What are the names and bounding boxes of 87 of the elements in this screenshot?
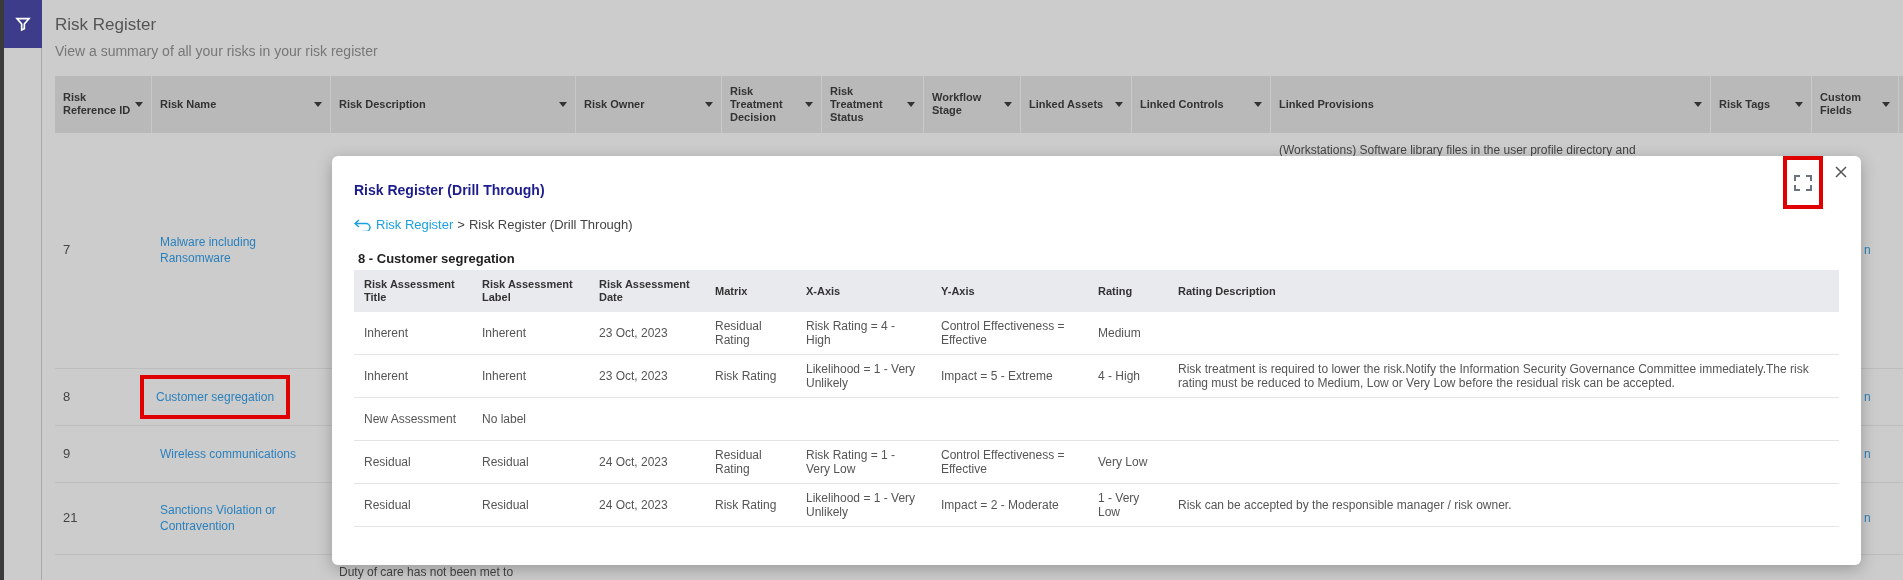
column-header: Risk Assessment Label <box>482 278 574 304</box>
column-header: Risk Assessment Title <box>364 278 456 304</box>
table-cell: Risk Rating <box>715 498 777 512</box>
table-cell-text: n <box>1864 242 1871 259</box>
caret-icon[interactable] <box>705 101 713 107</box>
column-header[interactable]: Risk Tags <box>1719 97 1791 111</box>
filter-icon <box>15 16 31 32</box>
caret-icon[interactable] <box>559 101 567 107</box>
close-button[interactable] <box>1833 164 1849 180</box>
table-cell-text: Control Effectiveness = Effective <box>941 319 1066 347</box>
close-icon <box>1835 166 1847 178</box>
table-cell-text: 8 <box>63 387 71 406</box>
column-header[interactable]: Risk Reference ID <box>63 91 131 117</box>
table-cell: (Workstations) Software library files in the user profile directory and <box>1279 142 1636 157</box>
caret-icon[interactable] <box>1694 101 1702 107</box>
breadcrumb-current: Risk Register (Drill Through) <box>468 216 633 234</box>
table-cell: Duty of care has not been met to <box>339 565 514 579</box>
back-arrow-icon[interactable] <box>354 218 372 231</box>
column-header[interactable]: Linked Provisions <box>1279 97 1690 111</box>
column-header[interactable]: Risk Name <box>160 97 310 111</box>
dialog-title: Risk Register (Drill Through) <box>354 181 545 200</box>
table-cell-text: Likelihood = 1 - Very Unlikely <box>806 491 917 519</box>
caret-icon[interactable] <box>1795 101 1803 107</box>
table-cell-text: Risk Rating = 1 - Very Low <box>806 448 897 476</box>
column-header[interactable]: Custom Fields <box>1820 91 1878 117</box>
table-cell-text: 21 <box>63 509 78 528</box>
column-header[interactable]: Linked Assets <box>1029 97 1111 111</box>
table-cell: Inherent <box>482 326 527 340</box>
column-header[interactable]: Risk Owner <box>584 97 701 111</box>
column-header[interactable]: Risk Description <box>339 97 555 111</box>
table-cell-text: Residual Rating <box>715 319 763 347</box>
caret-icon[interactable] <box>805 101 813 107</box>
caret-icon[interactable] <box>1004 101 1012 107</box>
table-cell: Impact = 5 - Extreme <box>941 369 1053 383</box>
table-cell: 24 Oct, 2023 <box>599 455 668 469</box>
table-cell-text: Likelihood = 1 - Very Unlikely <box>806 362 917 390</box>
expand-button[interactable] <box>1783 156 1823 209</box>
record-heading: 8 - Customer segregation <box>358 249 516 268</box>
page-subtitle: View a summary of all your risks in your risk register <box>55 41 379 61</box>
column-header[interactable]: Linked Controls <box>1140 97 1250 111</box>
column-header: X-Axis <box>806 284 841 298</box>
table-cell: 23 Oct, 2023 <box>599 326 668 340</box>
table-cell: 24 Oct, 2023 <box>599 498 668 512</box>
table-cell: 4 - High <box>1098 369 1141 383</box>
table-cell-text: n <box>1864 388 1871 406</box>
column-header[interactable]: Workflow Stage <box>932 91 1000 117</box>
table-cell: Residual <box>482 455 529 469</box>
caret-icon[interactable] <box>1115 101 1123 107</box>
caret-icon[interactable] <box>1882 101 1890 107</box>
table-cell: Residual <box>482 498 529 512</box>
caret-icon[interactable] <box>135 101 143 107</box>
table-cell: Medium <box>1098 326 1141 340</box>
table-cell-text: 1 - Very Low <box>1098 491 1141 519</box>
page-title: Risk Register <box>55 14 158 36</box>
filter-button[interactable] <box>4 0 42 48</box>
table-cell: Inherent <box>364 369 409 383</box>
caret-icon[interactable] <box>1254 101 1262 107</box>
table-cell-text: Residual Rating <box>715 448 763 476</box>
column-header: Y-Axis <box>941 284 975 298</box>
table-cell: Risk can be accepted by the responsible manager / risk owner. <box>1178 498 1512 512</box>
table-cell-text: n <box>1864 445 1871 463</box>
table-cell: New Assessment <box>364 412 457 426</box>
table-cell: Residual <box>364 455 411 469</box>
table-cell: Impact = 2 - Moderate <box>941 498 1059 512</box>
table-cell: Risk Rating <box>715 369 777 383</box>
table-cell-text: 7 <box>63 241 71 260</box>
caret-icon[interactable] <box>907 101 915 107</box>
table-cell-text: Control Effectiveness = Effective <box>941 448 1066 476</box>
caret-icon[interactable] <box>314 101 322 107</box>
table-cell-text: Risk treatment is required to lower the risk.Notify the Information Security Governance Committee immediately.The risk rating must be reduced to Medium, Low or Very Low before the residual risk can be accepted. <box>1178 362 1810 390</box>
table-cell: No label <box>482 412 527 426</box>
column-header: Rating Description <box>1178 284 1276 298</box>
column-header: Matrix <box>715 284 748 298</box>
table-cell: Residual <box>364 498 411 512</box>
table-cell-text: 9 <box>63 444 71 463</box>
column-header[interactable]: Risk Treatment Status <box>830 84 903 124</box>
table-cell-text: Risk Rating = 4 - High <box>806 319 897 347</box>
column-header: Rating <box>1098 284 1133 298</box>
table-cell: Inherent <box>364 326 409 340</box>
table-cell: Very Low <box>1098 455 1148 469</box>
column-header: Risk Assessment Date <box>599 278 691 304</box>
expand-icon <box>1794 174 1812 191</box>
table-cell: 23 Oct, 2023 <box>599 369 668 383</box>
table-cell-text: n <box>1864 510 1871 527</box>
breadcrumb-separator: > <box>457 216 465 234</box>
column-header[interactable]: Risk Treatment Decision <box>730 84 801 124</box>
table-cell: Inherent <box>482 369 527 383</box>
